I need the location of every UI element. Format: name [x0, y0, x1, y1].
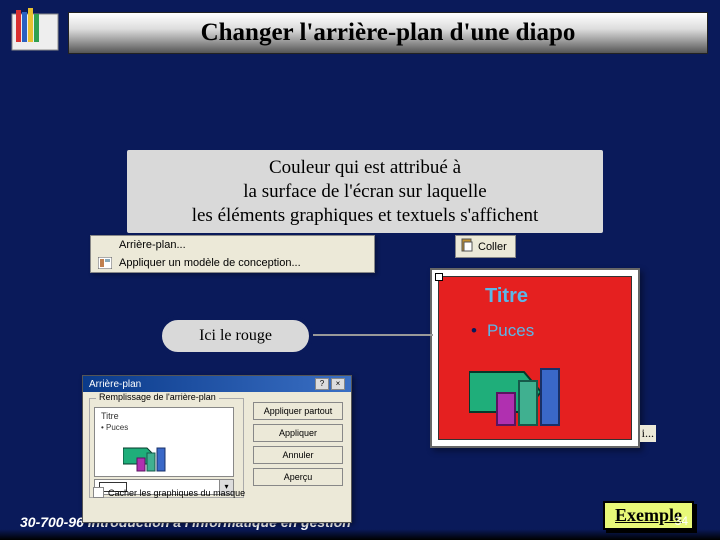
- checkbox-icon[interactable]: [93, 487, 104, 498]
- menu-item-arriere-plan[interactable]: Arrière-plan...: [91, 236, 374, 254]
- callout-bubble: Ici le rouge: [158, 316, 313, 356]
- menu-label: Arrière-plan...: [119, 239, 186, 251]
- logo-icon: [10, 6, 62, 54]
- context-menu: Arrière-plan... Appliquer un modèle de c…: [90, 235, 375, 273]
- page-number: 34: [675, 514, 688, 528]
- mini-slide-preview: Titre • Puces: [94, 407, 234, 477]
- definition-tooltip: Couleur qui est attribué à la surface de…: [125, 148, 605, 235]
- blank-icon: [97, 238, 113, 252]
- fieldset-legend: Remplissage de l'arrière-plan: [96, 392, 219, 402]
- slide-bullet-text: Puces: [471, 321, 534, 341]
- menu-item-modele[interactable]: Appliquer un modèle de conception...: [91, 254, 374, 272]
- paste-icon: [460, 238, 474, 255]
- menu-label: Appliquer un modèle de conception...: [119, 257, 301, 269]
- fill-fieldset: Remplissage de l'arrière-plan Titre • Pu…: [89, 398, 244, 498]
- resize-handle-icon[interactable]: [435, 273, 443, 281]
- cancel-button[interactable]: Annuler: [253, 446, 343, 464]
- hide-graphics-checkbox[interactable]: Cacher les graphiques du masque: [93, 487, 245, 498]
- paste-menu-item[interactable]: Coller: [455, 235, 516, 258]
- callout-text: Ici le rouge: [199, 327, 272, 345]
- preview-button[interactable]: Aperçu: [253, 468, 343, 486]
- close-button[interactable]: ×: [331, 378, 345, 390]
- checkbox-label: Cacher les graphiques du masque: [108, 488, 245, 498]
- page-title: Changer l'arrière-plan d'une diapo: [201, 19, 576, 47]
- chart-icon: [469, 357, 589, 427]
- tooltip-line: la surface de l'écran sur laquelle: [137, 180, 593, 204]
- dialog-titlebar: Arrière-plan ? ×: [83, 376, 351, 392]
- tooltip-line: les éléments graphiques et textuels s'af…: [137, 204, 593, 228]
- mini-title: Titre: [101, 411, 227, 421]
- slide-surface: Titre Puces: [438, 276, 632, 440]
- apply-all-button[interactable]: Appliquer partout: [253, 402, 343, 420]
- paste-label: Coller: [478, 241, 507, 253]
- apply-button[interactable]: Appliquer: [253, 424, 343, 442]
- tooltip-line: Couleur qui est attribué à: [137, 156, 593, 180]
- callout-connector: [313, 334, 433, 336]
- overflow-indicator: i...: [640, 425, 656, 442]
- slide-preview: Titre Puces i...: [430, 268, 640, 448]
- background-dialog: Arrière-plan ? × Remplissage de l'arrièr…: [82, 375, 352, 523]
- design-icon: [97, 256, 113, 270]
- mini-bullet: • Puces: [101, 423, 227, 432]
- title-bar: Changer l'arrière-plan d'une diapo: [68, 12, 708, 54]
- slide-title-text: Titre: [485, 285, 528, 308]
- mini-chart-icon: [123, 442, 179, 472]
- help-button[interactable]: ?: [315, 378, 329, 390]
- dialog-title-text: Arrière-plan: [89, 379, 141, 390]
